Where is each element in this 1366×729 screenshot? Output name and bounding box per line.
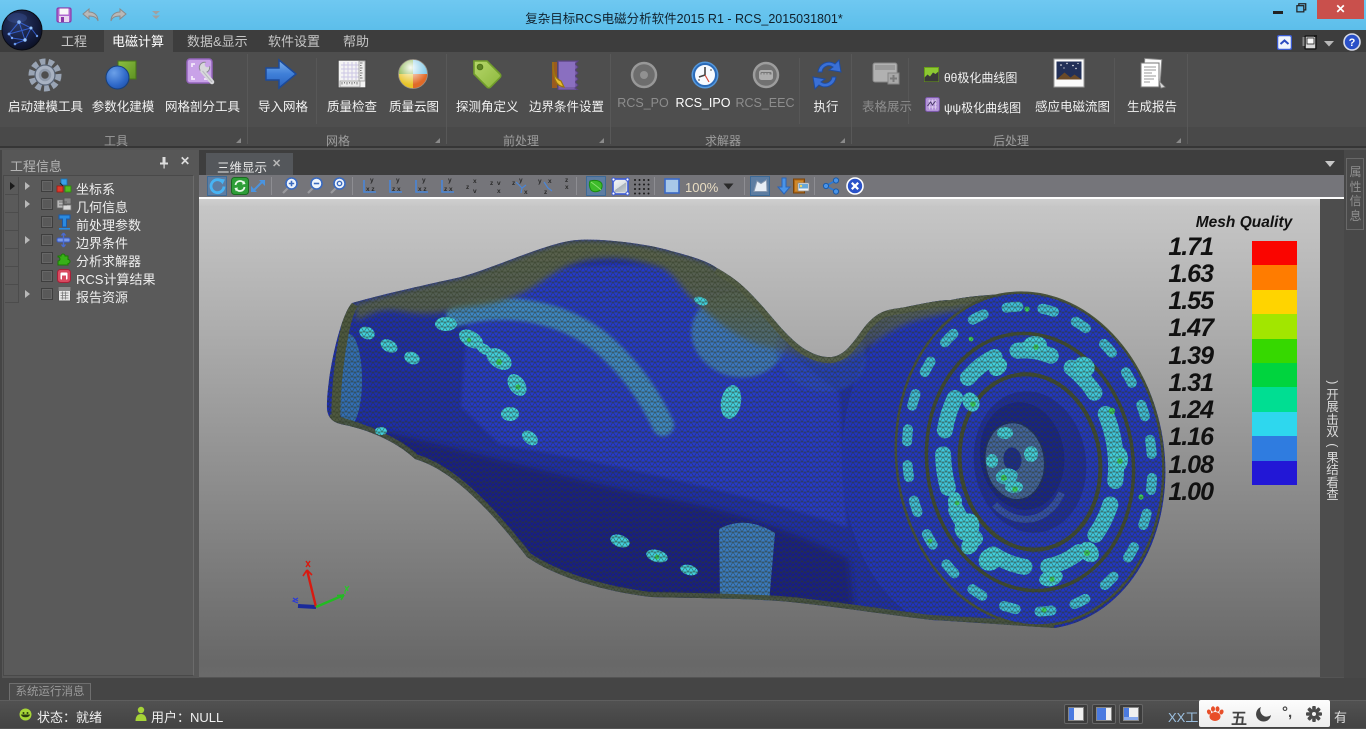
svg-text:y: y (448, 177, 452, 184)
svg-text:z x: z x (392, 186, 401, 193)
svg-text:y: y (538, 178, 542, 185)
svg-text:y: y (422, 177, 426, 184)
svg-text:v: v (497, 180, 501, 187)
svg-text:y: y (370, 177, 374, 184)
svg-text:x: x (524, 189, 528, 196)
svg-text:x z: x z (418, 186, 427, 193)
svg-text:z: z (466, 184, 470, 191)
svg-text:x: x (473, 178, 477, 185)
svg-text:v: v (473, 188, 477, 195)
svg-text:z: z (544, 189, 548, 196)
svg-text:z x: z x (444, 186, 453, 193)
svg-text:x z: x z (366, 186, 375, 193)
svg-text:y: y (396, 177, 400, 184)
svg-text:?: ? (1349, 37, 1356, 49)
svg-text:y: y (519, 177, 523, 184)
svg-text:z: z (490, 180, 494, 187)
svg-text:z: z (512, 180, 516, 187)
svg-text:x: x (497, 188, 501, 195)
svg-text:x: x (548, 178, 552, 185)
